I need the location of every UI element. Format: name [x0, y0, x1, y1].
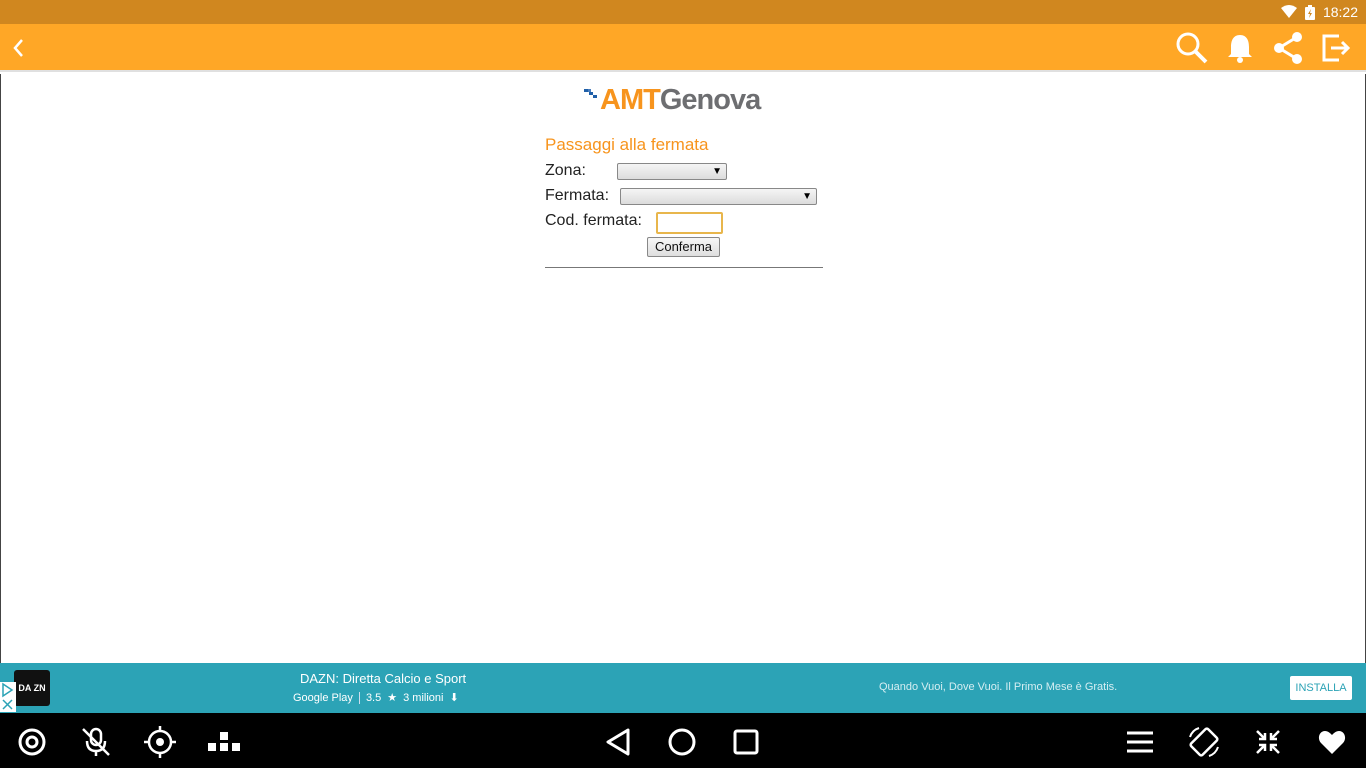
logo-stripes-icon	[584, 89, 597, 98]
status-time: 18:22	[1322, 4, 1358, 20]
ad-rating: 3.5	[365, 691, 382, 704]
download-icon: ⬇	[449, 692, 459, 704]
ad-choices-icon[interactable]	[0, 682, 16, 712]
web-content: AMT Genova Passaggi alla fermata Zona: ▼ …	[0, 74, 1366, 663]
cod-fermata-row: Cod. fermata:	[545, 210, 823, 235]
nav-back-icon[interactable]	[600, 724, 636, 760]
status-bar: 18:22	[0, 0, 1366, 24]
zona-row: Zona: ▼	[545, 160, 823, 185]
star-icon: ★	[387, 692, 398, 704]
ad-separator	[358, 691, 360, 704]
menu-icon[interactable]	[1122, 724, 1158, 760]
conferma-button[interactable]: Conferma	[647, 237, 720, 257]
keyboard-icon[interactable]	[206, 724, 242, 760]
collapse-icon[interactable]	[1250, 724, 1286, 760]
logo-genova-text: Genova	[659, 83, 761, 116]
mic-off-icon[interactable]	[78, 724, 114, 760]
zona-select[interactable]: ▼	[617, 163, 727, 180]
nav-bar	[0, 713, 1366, 768]
nav-center-group	[600, 724, 764, 760]
wifi-icon	[1280, 5, 1297, 18]
cod-fermata-label: Cod. fermata:	[545, 212, 642, 229]
confirm-row: Conferma	[545, 235, 823, 260]
nav-recents-icon[interactable]	[728, 724, 764, 760]
crosshair-icon[interactable]	[142, 724, 178, 760]
logo-amt-text: AMT	[600, 83, 661, 116]
cod-fermata-input[interactable]	[656, 212, 723, 234]
fermata-select[interactable]: ▼	[620, 188, 817, 205]
ad-store: Google Play	[293, 691, 353, 704]
ad-downloads: 3 milioni	[403, 691, 444, 704]
fermata-row: Fermata: ▼	[545, 185, 823, 210]
status-icons: 18:22	[1280, 0, 1358, 24]
app-bar	[0, 24, 1366, 72]
rotate-icon[interactable]	[1186, 724, 1222, 760]
amt-genova-logo: AMT Genova	[584, 84, 786, 116]
install-button[interactable]: INSTALLA	[1290, 676, 1352, 700]
heart-icon[interactable]	[1314, 724, 1350, 760]
fermata-label: Fermata:	[545, 187, 610, 204]
nav-left-group	[14, 724, 242, 760]
exit-icon[interactable]	[1312, 24, 1360, 72]
ad-title[interactable]: DAZN: Diretta Calcio e Sport	[300, 671, 466, 686]
nav-right-group	[1122, 724, 1350, 760]
form-title: Passaggi alla fermata	[545, 135, 709, 154]
search-icon[interactable]	[1168, 24, 1216, 72]
stop-search-form: Passaggi alla fermata Zona: ▼ Fermata: ▼…	[545, 134, 823, 268]
back-icon[interactable]	[4, 32, 32, 64]
app-bar-actions	[1168, 24, 1360, 72]
share-icon[interactable]	[1264, 24, 1312, 72]
dazn-logo: DA ZN	[14, 670, 50, 706]
target-circle-icon[interactable]	[14, 724, 50, 760]
zona-label: Zona:	[545, 162, 586, 179]
ad-banner[interactable]: DA ZN DAZN: Diretta Calcio e Sport Googl…	[0, 663, 1366, 713]
ad-meta: Google Play 3.5 ★ 3 milioni ⬇	[293, 691, 459, 704]
nav-home-icon[interactable]	[664, 724, 700, 760]
dropdown-arrow-icon: ▼	[802, 191, 812, 202]
divider	[545, 267, 823, 268]
ad-description: Quando Vuoi, Dove Vuoi. Il Primo Mese è …	[879, 681, 1118, 693]
dropdown-arrow-icon: ▼	[712, 166, 722, 177]
battery-icon	[1304, 4, 1315, 20]
bell-icon[interactable]	[1216, 24, 1264, 72]
